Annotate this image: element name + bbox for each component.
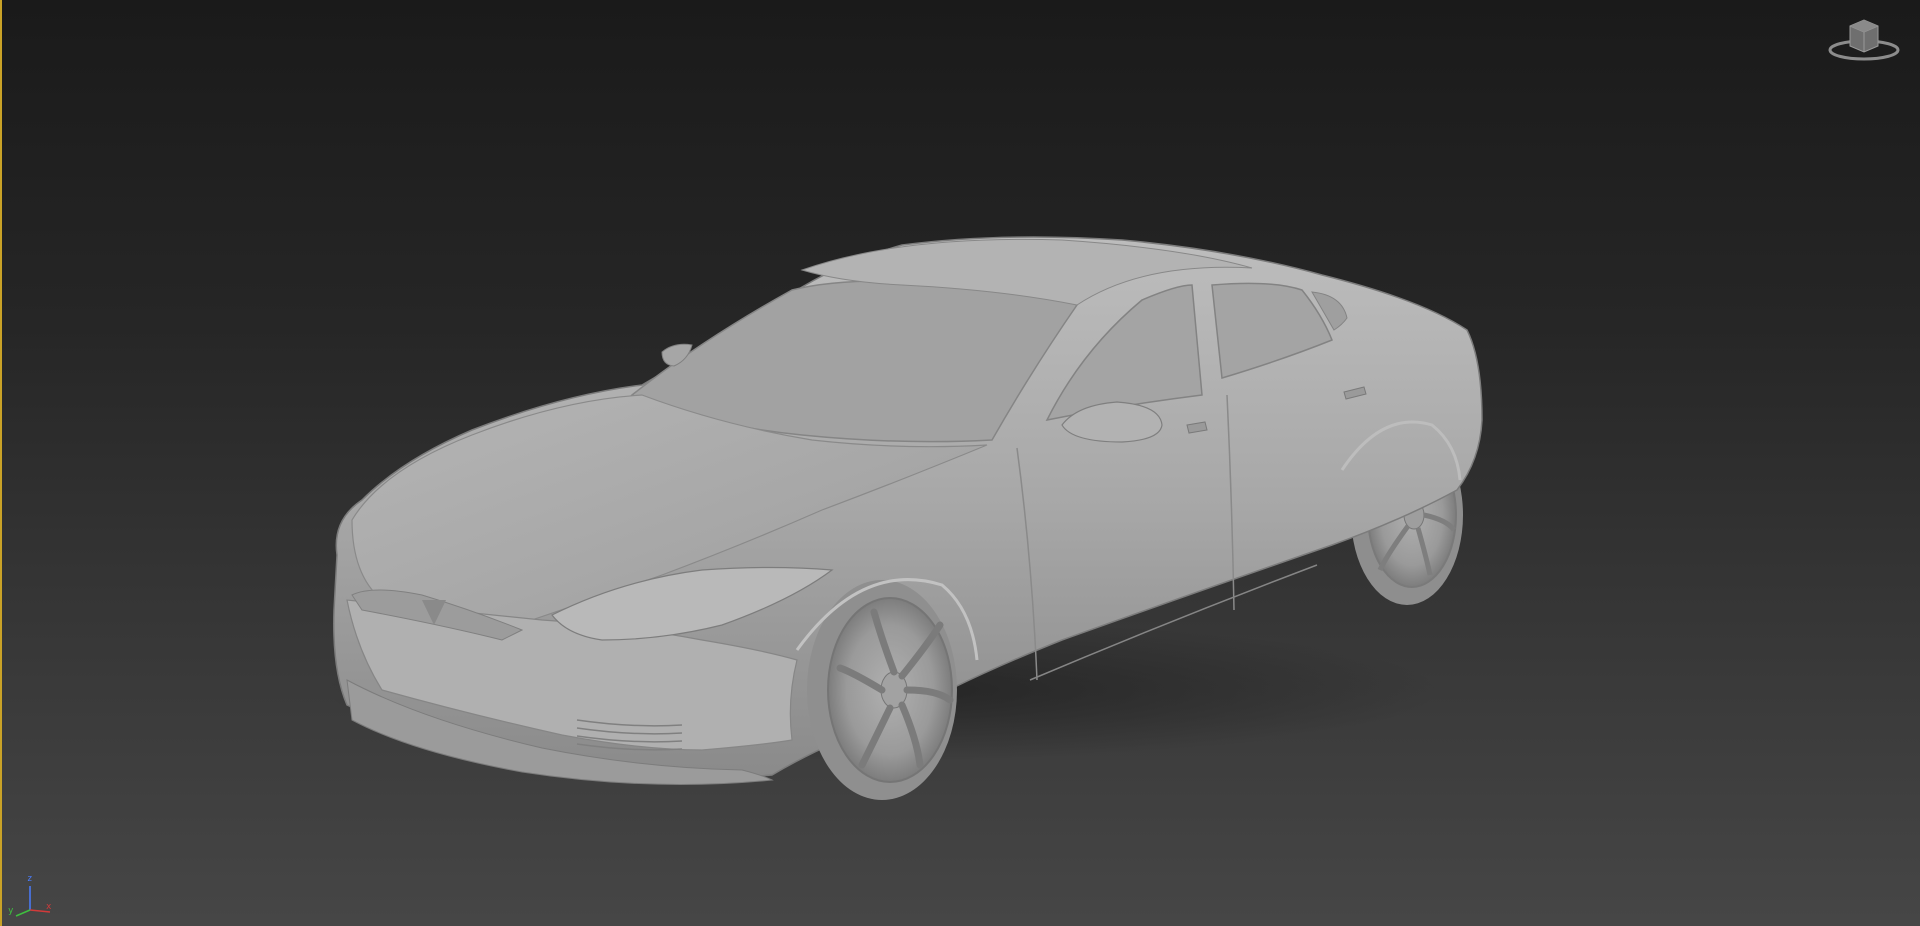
3d-viewport[interactable]: z x y [0, 0, 1920, 926]
axis-z-label: z [27, 874, 33, 884]
car-model-render[interactable] [2, 0, 1920, 926]
viewcube-icon[interactable] [1826, 12, 1902, 64]
axis-x-label: x [46, 902, 52, 912]
axis-y-label: y [8, 906, 14, 916]
axis-tripod-icon: z x y [6, 874, 54, 920]
